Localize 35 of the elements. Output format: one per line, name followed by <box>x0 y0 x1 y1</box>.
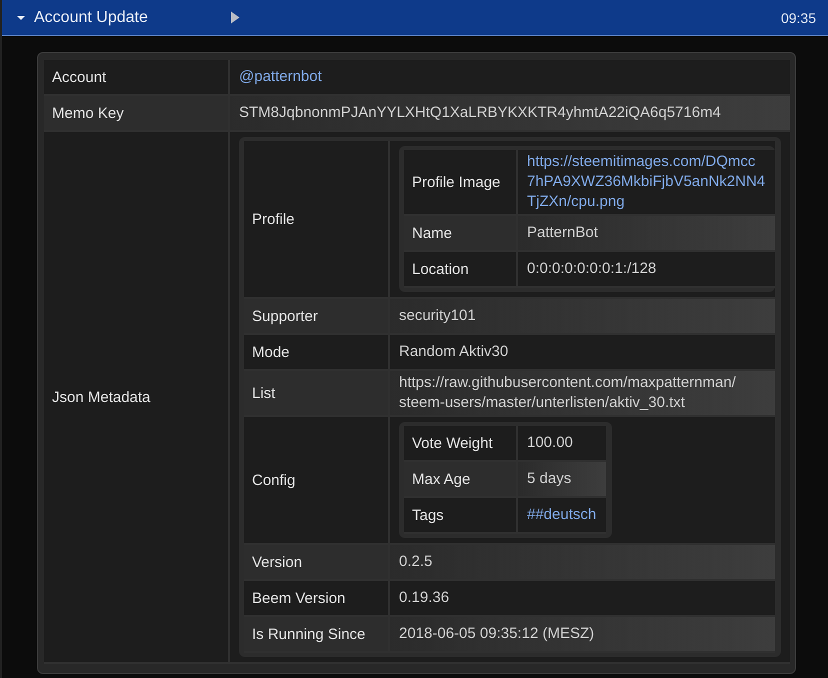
value-text: https://raw.githubusercontent.com/maxpatternman/ steem-users/master/unterlisten/aktiv_30.txt <box>399 373 737 413</box>
value-text: security101 <box>399 306 477 326</box>
field-label: Beem Version <box>244 581 390 617</box>
value-text: 5 days <box>527 469 572 489</box>
field-label: Supporter <box>244 299 390 335</box>
field-label: Memo Key <box>44 96 230 132</box>
field-label: Max Age <box>404 462 518 498</box>
section-header[interactable]: Account Update 09:35 <box>2 0 828 36</box>
link-text[interactable]: @patternbot <box>239 67 780 87</box>
field-label: Tags <box>404 498 518 534</box>
link-text[interactable]: ##deutsch <box>527 505 596 525</box>
play-icon[interactable] <box>230 11 240 24</box>
value-text: 2018-06-05 09:35:12 (MESZ) <box>399 624 596 644</box>
value-text: 0.19.36 <box>399 588 450 608</box>
field-label: Version <box>244 545 390 581</box>
field-label: Location <box>404 252 518 288</box>
value-text: 0.2.5 <box>399 552 434 572</box>
value-text: STM8JqbnonmPJAnYYLXHtQ1XaLRBYKXKTR4yhmtA22iQA6q5716m4 <box>239 103 722 123</box>
field-label: Json Metadata <box>44 132 230 664</box>
section-title: Account Update <box>34 8 149 26</box>
field-label: Account <box>44 60 230 96</box>
field-label: Profile Image <box>404 150 518 216</box>
value-text: 0:0:0:0:0:0:0:1:/128 <box>527 259 658 279</box>
field-label: Profile <box>244 141 390 299</box>
field-label: Name <box>404 216 518 252</box>
value-text: PatternBot <box>527 223 599 243</box>
value-text: 100.00 <box>527 433 574 453</box>
field-label: Config <box>244 417 390 545</box>
field-label: Is Running Since <box>244 617 390 653</box>
value-text: Random Aktiv30 <box>399 342 510 362</box>
field-label: List <box>244 371 390 417</box>
link-text[interactable]: https://steemitimages.com/DQmcc 7hPA9XWZ36MkbiFjbV5anNk2NN4 TjZXn/cpu.png <box>527 152 766 212</box>
time-text: 09:35 <box>780 10 816 26</box>
field-label: Vote Weight <box>404 426 518 462</box>
field-label: Mode <box>244 335 390 371</box>
